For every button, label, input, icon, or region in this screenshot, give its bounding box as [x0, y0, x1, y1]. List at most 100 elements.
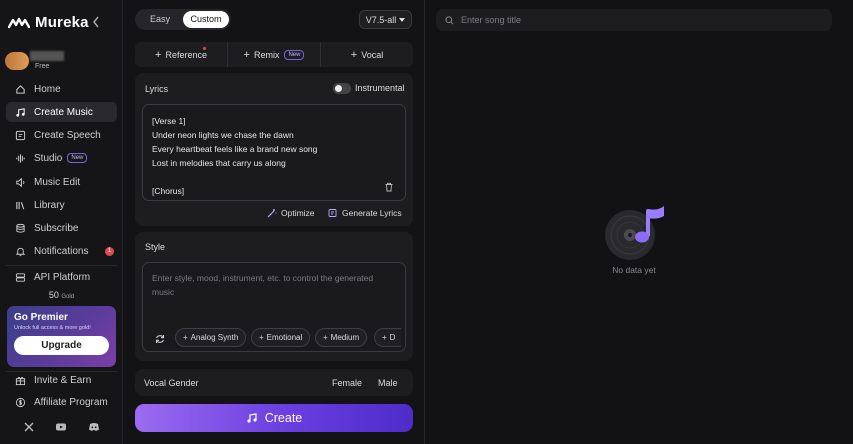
music-note-icon	[16, 107, 25, 117]
sidebar-item-studio[interactable]: Studio New	[6, 148, 117, 168]
lyrics-line: Every heartbeat feels like a brand new s…	[152, 144, 318, 154]
generate-lyrics-button[interactable]: Generate Lyrics	[328, 208, 402, 218]
optimize-button[interactable]: Optimize	[267, 208, 315, 218]
style-chip[interactable]: + Analog Synth	[175, 328, 247, 347]
logo[interactable]: Mureka	[8, 14, 89, 31]
mode-custom-tab[interactable]: Custom	[183, 11, 229, 28]
empty-vinyl-music-icon	[605, 206, 664, 260]
sidebar-item-affiliate-program[interactable]: Affiliate Program	[6, 392, 117, 412]
sidebar-item-create-speech[interactable]: Create Speech	[6, 125, 117, 145]
style-chip[interactable]: + Medium	[315, 328, 368, 347]
vocal-gender-label: Vocal Gender	[144, 378, 199, 388]
dollar-icon	[15, 397, 26, 407]
create-button[interactable]: Create	[135, 404, 413, 432]
sidebar-item-music-edit[interactable]: Music Edit	[6, 172, 117, 192]
sidebar: Mureka Free Home Create Music Create Spe…	[0, 0, 123, 444]
style-chip[interactable]: + D	[374, 328, 401, 347]
plus-icon: +	[259, 333, 264, 342]
vocal-button[interactable]: + Vocal	[321, 42, 413, 67]
remix-label: Remix	[253, 49, 280, 60]
gift-icon	[15, 376, 26, 385]
upgrade-button[interactable]: Upgrade	[14, 336, 109, 355]
premier-subtitle: Unlock full access & more gold!	[14, 325, 91, 331]
style-chip-label: Emotional	[266, 333, 303, 342]
instrumental-switch[interactable]	[333, 83, 351, 94]
reference-dot	[203, 47, 206, 50]
collapse-sidebar-icon[interactable]	[91, 15, 101, 29]
vocal-gender-female[interactable]: Female	[332, 378, 362, 388]
sidebar-item-label: Create Music	[34, 106, 93, 118]
app-name: Mureka	[35, 14, 89, 31]
song-search-input[interactable]	[461, 15, 761, 25]
mode-toggle: Easy Custom	[135, 9, 231, 30]
reference-button[interactable]: + Reference	[135, 42, 228, 67]
new-badge: New	[284, 49, 305, 60]
avatar[interactable]	[5, 52, 29, 70]
lyrics-line: [Verse 1]	[152, 116, 186, 126]
sidebar-item-label: Music Edit	[34, 176, 81, 188]
username-redacted	[30, 51, 64, 61]
vocal-label: Vocal	[361, 49, 384, 60]
plus-icon: +	[323, 333, 328, 342]
waveform-icon	[16, 153, 25, 163]
style-chip[interactable]: + Emotional	[251, 328, 311, 347]
create-label: Create	[264, 411, 303, 425]
style-chip-label: D	[389, 333, 396, 342]
sidebar-item-label: Home	[34, 83, 61, 95]
sidebar-item-label: Library	[34, 199, 65, 211]
sidebar-item-home[interactable]: Home	[6, 79, 117, 99]
document-edit-icon	[328, 209, 337, 217]
sidebar-item-notifications[interactable]: Notifications	[6, 241, 117, 261]
sidebar-item-label: Invite & Earn	[34, 374, 92, 386]
trash-icon[interactable]	[384, 179, 394, 192]
divider	[6, 265, 117, 266]
home-icon	[16, 84, 25, 94]
speech-icon	[15, 130, 26, 140]
sidebar-item-library[interactable]: Library	[6, 195, 117, 215]
sidebar-item-label: Subscribe	[34, 222, 79, 234]
mode-easy-tab[interactable]: Easy	[137, 11, 183, 28]
sidebar-item-label: Affiliate Program	[34, 396, 108, 408]
server-icon	[15, 272, 26, 282]
sidebar-item-subscribe[interactable]: Subscribe	[6, 218, 117, 238]
input-toolbar: + Reference + Remix New + Vocal	[135, 42, 413, 67]
style-placeholder: Enter style, mood, instrument, etc. to c…	[152, 273, 374, 297]
speaker-icon	[16, 177, 25, 187]
plus-icon: +	[155, 48, 162, 61]
youtube-icon[interactable]	[55, 420, 67, 432]
plan-label: Free	[35, 63, 50, 70]
new-badge: New	[67, 153, 88, 163]
remix-button[interactable]: + Remix New	[228, 42, 321, 67]
generate-lyrics-label: Generate Lyrics	[342, 208, 402, 218]
magic-wand-icon	[267, 209, 277, 218]
lyrics-label: Lyrics	[145, 84, 169, 94]
lyrics-line: Lost in melodies that carry us along	[152, 158, 286, 168]
style-chip-label: Analog Synth	[190, 333, 239, 342]
plus-icon: +	[350, 48, 358, 61]
refresh-icon[interactable]	[154, 332, 166, 344]
premier-title: Go Premier	[14, 312, 68, 323]
notification-count-badge: 1	[105, 247, 114, 256]
style-chip-label: Medium	[330, 333, 360, 342]
sidebar-item-api-platform[interactable]: API Platform	[6, 267, 117, 287]
sidebar-item-label: Notifications	[34, 245, 89, 257]
caret-down-icon	[399, 17, 406, 22]
x-icon[interactable]	[23, 420, 35, 432]
model-version-select[interactable]: V7.5-all	[359, 10, 412, 29]
gold-amount: 50	[48, 290, 59, 300]
style-label: Style	[145, 242, 166, 252]
discord-icon[interactable]	[88, 420, 100, 432]
lyrics-textarea[interactable]: [Verse 1] Under neon lights we chase the…	[142, 104, 406, 201]
sidebar-item-create-music[interactable]: Create Music	[6, 102, 117, 122]
plus-icon: +	[183, 333, 188, 342]
song-search[interactable]	[436, 9, 832, 31]
sidebar-item-invite-earn[interactable]: Invite & Earn	[6, 370, 117, 390]
lyrics-line: Under neon lights we chase the dawn	[152, 130, 294, 140]
music-note-icon	[247, 413, 257, 423]
stack-icon	[16, 223, 25, 233]
vocal-gender-male[interactable]: Male	[378, 378, 398, 388]
gold-balance: 50 Gold	[0, 290, 123, 300]
sidebar-item-label: Create Speech	[34, 129, 101, 141]
gold-unit: Gold	[61, 294, 75, 300]
sidebar-item-label: API Platform	[34, 271, 91, 283]
